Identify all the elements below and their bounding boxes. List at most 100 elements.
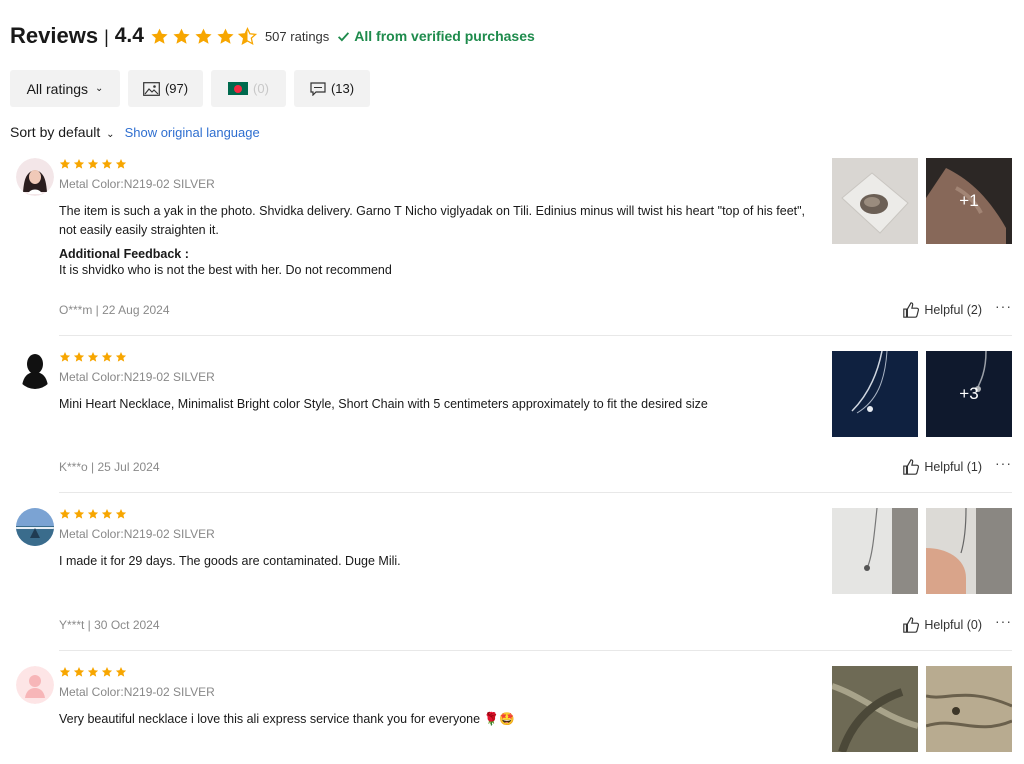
helpful-label: Helpful (2) <box>924 303 982 317</box>
thumbs-up-icon <box>903 617 920 633</box>
star-icon <box>151 28 168 44</box>
review-photo[interactable] <box>832 666 918 752</box>
star-icon <box>73 509 85 519</box>
filter-country[interactable]: (0) <box>211 70 286 107</box>
review-item: Metal Color:N219-02 SILVER The item is s… <box>14 158 1012 338</box>
star-icon <box>115 509 127 519</box>
page-title: Reviews <box>10 23 99 48</box>
review-text: I made it for 29 days. The goods are con… <box>59 554 401 568</box>
average-rating: 4.4 <box>114 24 144 47</box>
star-icon <box>115 667 127 677</box>
star-icon <box>195 28 212 44</box>
star-icon <box>87 667 99 677</box>
half-star-icon <box>237 26 257 45</box>
review-stars <box>59 351 809 364</box>
more-photos-count: +1 <box>926 158 1012 244</box>
review-author-date: O***m | 22 Aug 2024 <box>59 303 170 317</box>
show-original-language-link[interactable]: Show original language <box>125 125 260 140</box>
sort-label: Sort by default <box>10 124 101 140</box>
avatar <box>16 158 54 196</box>
more-options-button[interactable]: ··· <box>995 613 1012 629</box>
avatar <box>16 666 54 704</box>
filter-bar: All ratings ⌄ (97) (0) (13) <box>10 70 370 107</box>
star-icon <box>73 159 85 169</box>
image-icon <box>143 81 160 96</box>
star-icon <box>101 667 113 677</box>
helpful-button[interactable]: Helpful (0) <box>902 616 982 634</box>
star-icon <box>87 509 99 519</box>
sort-row: Sort by default ⌄ Show original language <box>10 124 260 140</box>
review-author-date: Y***t | 30 Oct 2024 <box>59 618 160 632</box>
more-photos-count: +3 <box>926 351 1012 437</box>
additional-feedback-text: It is shvidko who is not the best with h… <box>59 263 392 277</box>
star-icon <box>59 159 71 169</box>
review-photo[interactable]: +1 <box>926 158 1012 244</box>
bangladesh-flag-icon <box>228 82 249 95</box>
helpful-label: Helpful (0) <box>924 618 982 632</box>
review-body: Metal Color:N219-02 SILVER Mini Heart Ne… <box>59 351 809 414</box>
chevron-down-icon: ⌄ <box>95 83 104 94</box>
review-stars <box>59 158 809 171</box>
review-photos <box>832 666 1012 752</box>
star-icon <box>115 352 127 362</box>
star-icon <box>101 352 113 362</box>
star-icon <box>101 509 113 519</box>
review-photo[interactable] <box>926 508 1012 594</box>
helpful-button[interactable]: Helpful (1) <box>902 458 982 476</box>
review-sku: Metal Color:N219-02 SILVER <box>59 177 215 191</box>
review-photo[interactable] <box>832 508 918 594</box>
thumbs-up-icon <box>903 302 920 318</box>
filter-with-comments[interactable]: (13) <box>294 70 370 107</box>
helpful-button[interactable]: Helpful (2) <box>902 301 982 319</box>
filter-all-ratings[interactable]: All ratings ⌄ <box>10 70 120 107</box>
comment-icon <box>310 81 326 96</box>
star-icon <box>87 159 99 169</box>
star-icon <box>87 352 99 362</box>
more-options-button[interactable]: ··· <box>995 455 1012 471</box>
review-photos <box>832 508 1012 594</box>
review-divider <box>59 650 1012 651</box>
avatar <box>16 508 54 546</box>
review-photo[interactable] <box>832 351 918 437</box>
review-text: Mini Heart Necklace, Minimalist Bright c… <box>59 397 708 411</box>
review-sku: Metal Color:N219-02 SILVER <box>59 685 215 699</box>
review-item: Metal Color:N219-02 SILVER Mini Heart Ne… <box>14 351 1012 496</box>
star-icon <box>59 667 71 677</box>
review-photo[interactable]: +3 <box>926 351 1012 437</box>
helpful-label: Helpful (1) <box>924 460 982 474</box>
review-body: Metal Color:N219-02 SILVER Very beautifu… <box>59 666 809 729</box>
star-icon <box>73 352 85 362</box>
thumbs-up-icon <box>903 459 920 475</box>
review-stars <box>59 508 809 521</box>
more-options-button[interactable]: ··· <box>995 298 1012 314</box>
star-icon <box>101 159 113 169</box>
filter-all-ratings-label: All ratings <box>26 80 89 97</box>
review-author-date: K***o | 25 Jul 2024 <box>59 460 160 474</box>
review-photos: +1 <box>832 158 1012 244</box>
review-text: The item is such a yak in the photo. Shv… <box>59 204 806 237</box>
additional-feedback-title: Additional Feedback : <box>59 247 189 261</box>
review-body: Metal Color:N219-02 SILVER I made it for… <box>59 508 809 571</box>
chevron-down-icon: ⌄ <box>106 129 115 140</box>
review-photo[interactable] <box>926 666 1012 752</box>
review-item: Metal Color:N219-02 SILVER Very beautifu… <box>14 666 1012 764</box>
star-icon <box>173 28 190 44</box>
review-stars <box>59 666 809 679</box>
review-item: Metal Color:N219-02 SILVER I made it for… <box>14 508 1012 653</box>
review-sku: Metal Color:N219-02 SILVER <box>59 370 215 384</box>
rating-count: 507 ratings <box>264 28 330 44</box>
verified-text: All from verified purchases <box>354 28 535 44</box>
star-icon <box>115 159 127 169</box>
average-rating-stars <box>150 26 257 46</box>
review-text: Very beautiful necklace i love this ali … <box>59 712 515 726</box>
sort-dropdown[interactable]: Sort by default ⌄ <box>10 124 115 140</box>
review-divider <box>59 492 1012 493</box>
review-photos: +3 <box>832 351 1012 437</box>
review-photo[interactable] <box>832 158 918 244</box>
star-icon <box>73 667 85 677</box>
review-divider <box>59 335 1012 336</box>
star-icon <box>217 28 234 44</box>
review-sku: Metal Color:N219-02 SILVER <box>59 527 215 541</box>
reviews-header: Reviews | 4.4 507 ratings All from verif… <box>10 22 535 50</box>
filter-with-images[interactable]: (97) <box>128 70 203 107</box>
